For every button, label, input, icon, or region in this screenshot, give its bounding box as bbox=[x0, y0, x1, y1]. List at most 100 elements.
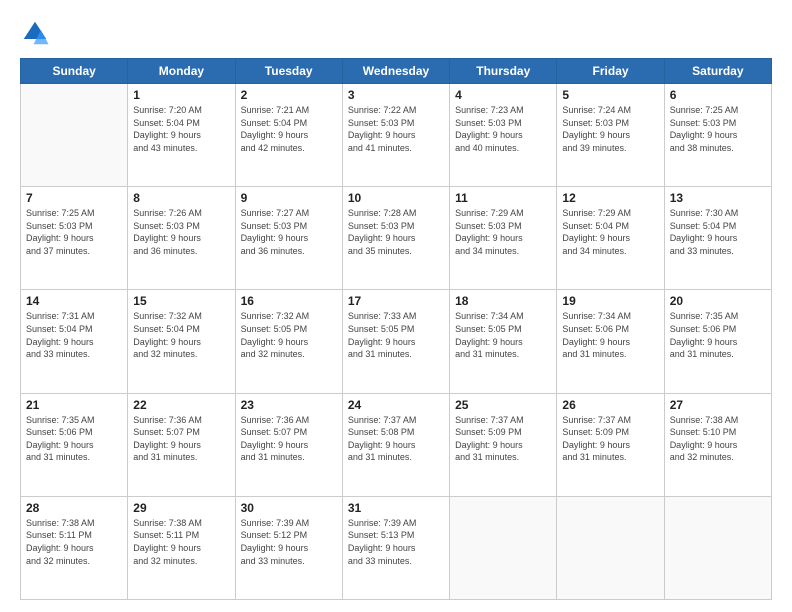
calendar-week-row: 7Sunrise: 7:25 AM Sunset: 5:03 PM Daylig… bbox=[21, 187, 772, 290]
calendar-week-row: 14 Sunrise: 7:31 AM Sunset: 5:04 PM Dayli… bbox=[21, 290, 772, 393]
calendar-cell: 8Sunrise: 7:26 AM Sunset: 5:03 PM Daylig… bbox=[128, 187, 235, 290]
calendar-cell: 22 Sunrise: 7:36 AM Sunset: 5:07 PM Dayli… bbox=[128, 393, 235, 496]
day-info: Sunrise: 7:34 AM Sunset: 5:05 PM Dayligh… bbox=[455, 310, 551, 360]
day-info: Sunrise: 7:28 AM Sunset: 5:03 PM Dayligh… bbox=[348, 207, 444, 257]
calendar-cell: 9 Sunrise: 7:27 AM Sunset: 5:03 PM Daylig… bbox=[235, 187, 342, 290]
day-info: Sunrise: 7:20 AM Sunset: 5:04 PM Dayligh… bbox=[133, 104, 229, 154]
calendar-cell: 14 Sunrise: 7:31 AM Sunset: 5:04 PM Dayli… bbox=[21, 290, 128, 393]
day-info: Sunrise: 7:38 AM Sunset: 5:11 PM Dayligh… bbox=[133, 517, 229, 567]
day-number: 20 bbox=[670, 294, 766, 308]
calendar-cell: 5Sunrise: 7:24 AM Sunset: 5:03 PM Daylig… bbox=[557, 84, 664, 187]
day-number: 10 bbox=[348, 191, 444, 205]
day-number: 15 bbox=[133, 294, 229, 308]
calendar-cell bbox=[664, 496, 771, 599]
day-number: 28 bbox=[26, 501, 122, 515]
calendar-cell: 6Sunrise: 7:25 AM Sunset: 5:03 PM Daylig… bbox=[664, 84, 771, 187]
day-info: Sunrise: 7:22 AM Sunset: 5:03 PM Dayligh… bbox=[348, 104, 444, 154]
day-number: 12 bbox=[562, 191, 658, 205]
day-info: Sunrise: 7:39 AM Sunset: 5:13 PM Dayligh… bbox=[348, 517, 444, 567]
calendar-cell: 23Sunrise: 7:36 AM Sunset: 5:07 PM Dayli… bbox=[235, 393, 342, 496]
day-number: 30 bbox=[241, 501, 337, 515]
calendar-cell: 12 Sunrise: 7:29 AM Sunset: 5:04 PM Dayli… bbox=[557, 187, 664, 290]
day-number: 4 bbox=[455, 88, 551, 102]
day-info: Sunrise: 7:31 AM Sunset: 5:04 PM Dayligh… bbox=[26, 310, 122, 360]
calendar-cell: 11 Sunrise: 7:29 AM Sunset: 5:03 PM Dayli… bbox=[450, 187, 557, 290]
day-number: 24 bbox=[348, 398, 444, 412]
day-info: Sunrise: 7:23 AM Sunset: 5:03 PM Dayligh… bbox=[455, 104, 551, 154]
calendar-cell bbox=[557, 496, 664, 599]
day-number: 26 bbox=[562, 398, 658, 412]
calendar-cell: 2 Sunrise: 7:21 AM Sunset: 5:04 PM Daylig… bbox=[235, 84, 342, 187]
day-number: 27 bbox=[670, 398, 766, 412]
calendar-cell bbox=[21, 84, 128, 187]
calendar-week-row: 21Sunrise: 7:35 AM Sunset: 5:06 PM Dayli… bbox=[21, 393, 772, 496]
day-number: 22 bbox=[133, 398, 229, 412]
day-number: 16 bbox=[241, 294, 337, 308]
calendar-header-thursday: Thursday bbox=[450, 59, 557, 84]
day-info: Sunrise: 7:37 AM Sunset: 5:09 PM Dayligh… bbox=[562, 414, 658, 464]
calendar-cell: 26 Sunrise: 7:37 AM Sunset: 5:09 PM Dayli… bbox=[557, 393, 664, 496]
calendar-header-friday: Friday bbox=[557, 59, 664, 84]
calendar-cell: 13Sunrise: 7:30 AM Sunset: 5:04 PM Dayli… bbox=[664, 187, 771, 290]
calendar-cell: 27 Sunrise: 7:38 AM Sunset: 5:10 PM Dayli… bbox=[664, 393, 771, 496]
calendar-cell: 4 Sunrise: 7:23 AM Sunset: 5:03 PM Daylig… bbox=[450, 84, 557, 187]
day-number: 29 bbox=[133, 501, 229, 515]
day-number: 14 bbox=[26, 294, 122, 308]
day-info: Sunrise: 7:39 AM Sunset: 5:12 PM Dayligh… bbox=[241, 517, 337, 567]
day-number: 11 bbox=[455, 191, 551, 205]
day-number: 19 bbox=[562, 294, 658, 308]
calendar-cell: 20 Sunrise: 7:35 AM Sunset: 5:06 PM Dayli… bbox=[664, 290, 771, 393]
day-info: Sunrise: 7:38 AM Sunset: 5:11 PM Dayligh… bbox=[26, 517, 122, 567]
day-number: 3 bbox=[348, 88, 444, 102]
day-number: 5 bbox=[562, 88, 658, 102]
day-info: Sunrise: 7:32 AM Sunset: 5:04 PM Dayligh… bbox=[133, 310, 229, 360]
day-info: Sunrise: 7:26 AM Sunset: 5:03 PM Dayligh… bbox=[133, 207, 229, 257]
calendar-cell: 25 Sunrise: 7:37 AM Sunset: 5:09 PM Dayli… bbox=[450, 393, 557, 496]
logo-icon bbox=[20, 18, 50, 48]
day-info: Sunrise: 7:32 AM Sunset: 5:05 PM Dayligh… bbox=[241, 310, 337, 360]
header bbox=[20, 18, 772, 48]
day-info: Sunrise: 7:21 AM Sunset: 5:04 PM Dayligh… bbox=[241, 104, 337, 154]
calendar-cell: 17 Sunrise: 7:33 AM Sunset: 5:05 PM Dayli… bbox=[342, 290, 449, 393]
day-number: 23 bbox=[241, 398, 337, 412]
calendar-cell: 28 Sunrise: 7:38 AM Sunset: 5:11 PM Dayli… bbox=[21, 496, 128, 599]
calendar-table: SundayMondayTuesdayWednesdayThursdayFrid… bbox=[20, 58, 772, 600]
day-info: Sunrise: 7:37 AM Sunset: 5:08 PM Dayligh… bbox=[348, 414, 444, 464]
day-info: Sunrise: 7:29 AM Sunset: 5:04 PM Dayligh… bbox=[562, 207, 658, 257]
day-info: Sunrise: 7:36 AM Sunset: 5:07 PM Dayligh… bbox=[133, 414, 229, 464]
calendar-cell: 31 Sunrise: 7:39 AM Sunset: 5:13 PM Dayli… bbox=[342, 496, 449, 599]
day-info: Sunrise: 7:35 AM Sunset: 5:06 PM Dayligh… bbox=[26, 414, 122, 464]
calendar-week-row: 1 Sunrise: 7:20 AM Sunset: 5:04 PM Daylig… bbox=[21, 84, 772, 187]
day-number: 31 bbox=[348, 501, 444, 515]
calendar-header-saturday: Saturday bbox=[664, 59, 771, 84]
day-info: Sunrise: 7:29 AM Sunset: 5:03 PM Dayligh… bbox=[455, 207, 551, 257]
calendar-header-sunday: Sunday bbox=[21, 59, 128, 84]
logo bbox=[20, 18, 54, 48]
calendar-cell: 10 Sunrise: 7:28 AM Sunset: 5:03 PM Dayli… bbox=[342, 187, 449, 290]
day-number: 1 bbox=[133, 88, 229, 102]
day-number: 2 bbox=[241, 88, 337, 102]
day-number: 7 bbox=[26, 191, 122, 205]
day-info: Sunrise: 7:33 AM Sunset: 5:05 PM Dayligh… bbox=[348, 310, 444, 360]
calendar-cell: 24 Sunrise: 7:37 AM Sunset: 5:08 PM Dayli… bbox=[342, 393, 449, 496]
calendar-header-tuesday: Tuesday bbox=[235, 59, 342, 84]
day-info: Sunrise: 7:30 AM Sunset: 5:04 PM Dayligh… bbox=[670, 207, 766, 257]
day-info: Sunrise: 7:25 AM Sunset: 5:03 PM Dayligh… bbox=[670, 104, 766, 154]
calendar-cell: 7Sunrise: 7:25 AM Sunset: 5:03 PM Daylig… bbox=[21, 187, 128, 290]
day-info: Sunrise: 7:34 AM Sunset: 5:06 PM Dayligh… bbox=[562, 310, 658, 360]
day-number: 9 bbox=[241, 191, 337, 205]
calendar-cell: 3 Sunrise: 7:22 AM Sunset: 5:03 PM Daylig… bbox=[342, 84, 449, 187]
calendar-cell: 29 Sunrise: 7:38 AM Sunset: 5:11 PM Dayli… bbox=[128, 496, 235, 599]
day-info: Sunrise: 7:38 AM Sunset: 5:10 PM Dayligh… bbox=[670, 414, 766, 464]
day-info: Sunrise: 7:37 AM Sunset: 5:09 PM Dayligh… bbox=[455, 414, 551, 464]
calendar-cell bbox=[450, 496, 557, 599]
calendar-cell: 30 Sunrise: 7:39 AM Sunset: 5:12 PM Dayli… bbox=[235, 496, 342, 599]
day-info: Sunrise: 7:35 AM Sunset: 5:06 PM Dayligh… bbox=[670, 310, 766, 360]
calendar-header-wednesday: Wednesday bbox=[342, 59, 449, 84]
day-number: 25 bbox=[455, 398, 551, 412]
day-info: Sunrise: 7:27 AM Sunset: 5:03 PM Dayligh… bbox=[241, 207, 337, 257]
calendar-header-row: SundayMondayTuesdayWednesdayThursdayFrid… bbox=[21, 59, 772, 84]
page: SundayMondayTuesdayWednesdayThursdayFrid… bbox=[0, 0, 792, 612]
day-number: 17 bbox=[348, 294, 444, 308]
calendar-header-monday: Monday bbox=[128, 59, 235, 84]
